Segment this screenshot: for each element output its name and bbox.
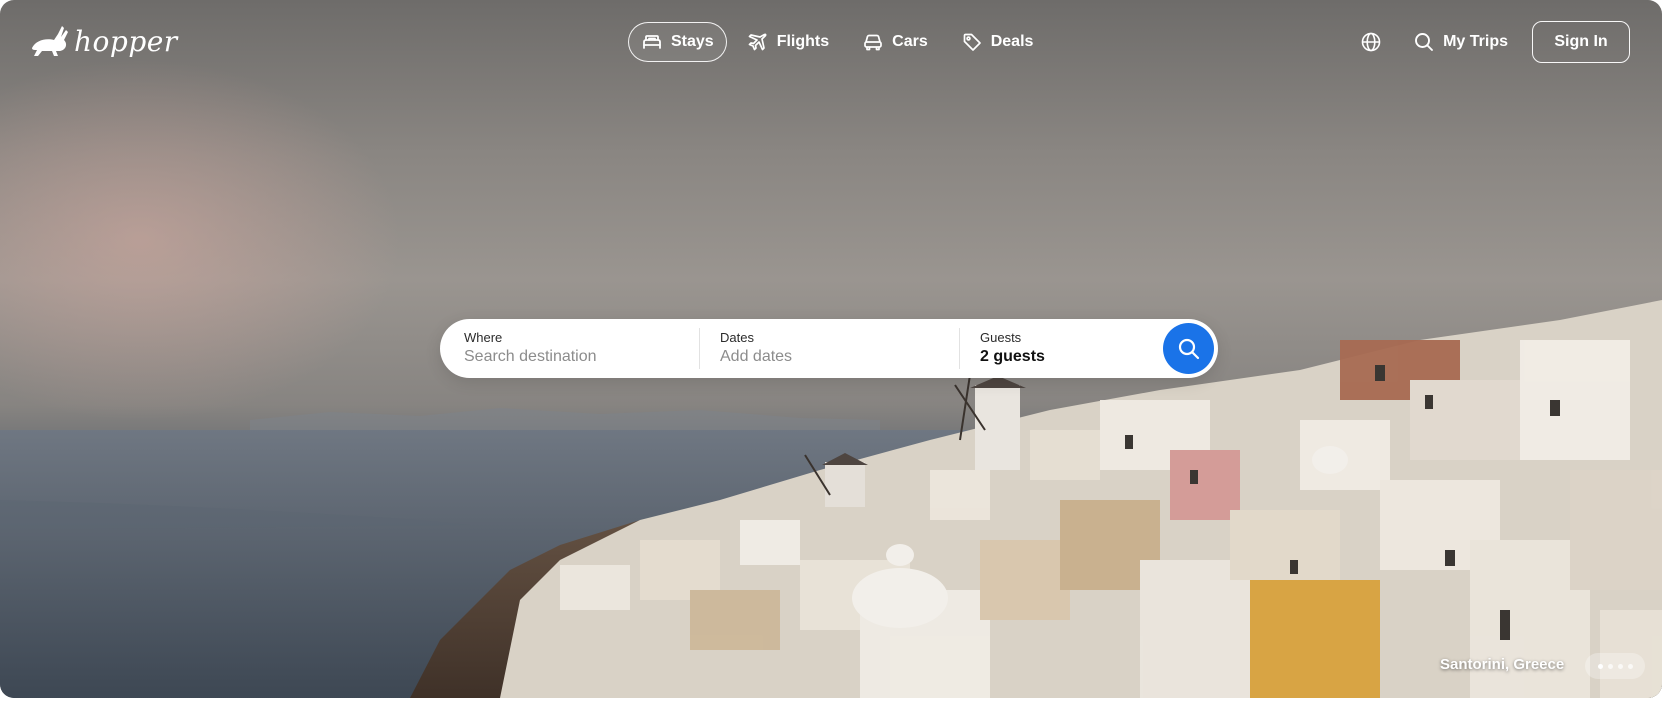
search-bar: Where Search destination Dates Add dates… <box>440 319 1218 378</box>
tab-cars[interactable]: Cars <box>850 22 941 62</box>
search-icon <box>1415 33 1434 51</box>
bed-icon <box>643 35 661 49</box>
destination-input[interactable]: Search destination <box>464 348 597 366</box>
search-button[interactable] <box>1163 323 1214 374</box>
brand-wordmark: hopper <box>74 24 178 58</box>
carousel-pager <box>1585 653 1645 679</box>
field-divider <box>699 328 700 369</box>
top-navigation: hopper Stays Flights Cars Deals My Trips… <box>0 0 1662 84</box>
search-icon <box>1178 338 1199 359</box>
tag-icon <box>963 33 981 51</box>
tab-label: Stays <box>671 33 714 50</box>
car-icon <box>864 34 882 51</box>
dates-input[interactable]: Add dates <box>720 348 792 366</box>
carousel-dot[interactable] <box>1627 663 1633 669</box>
tab-label: Deals <box>990 33 1034 50</box>
my-trips-button[interactable]: My Trips <box>1414 32 1508 52</box>
sign-in-button[interactable]: Sign In <box>1532 21 1630 63</box>
globe-icon <box>1361 32 1381 52</box>
language-button[interactable] <box>1354 25 1388 59</box>
dates-label: Dates <box>720 330 754 345</box>
bunny-icon <box>32 26 68 56</box>
hero-location-caption: Santorini, Greece <box>1440 656 1565 673</box>
guests-value[interactable]: 2 guests <box>980 348 1045 366</box>
my-trips-label: My Trips <box>1443 33 1508 50</box>
plane-icon <box>748 33 767 51</box>
product-tabs: Stays Flights Cars Deals <box>628 21 1046 63</box>
dates-field[interactable]: Dates Add dates <box>720 319 956 378</box>
tab-deals[interactable]: Deals <box>949 22 1047 62</box>
tab-stays[interactable]: Stays <box>628 22 727 62</box>
tab-label: Cars <box>892 33 928 50</box>
carousel-dot[interactable] <box>1607 663 1613 669</box>
where-label: Where <box>464 330 503 345</box>
tab-flights[interactable]: Flights <box>735 22 842 62</box>
hopper-logo[interactable]: hopper <box>28 22 178 60</box>
carousel-dot[interactable] <box>1597 663 1603 669</box>
tab-label: Flights <box>776 33 830 50</box>
account-nav: My Trips Sign In <box>1354 20 1630 64</box>
where-field[interactable]: Where Search destination <box>464 319 696 378</box>
guests-label: Guests <box>980 330 1022 345</box>
carousel-dot[interactable] <box>1617 663 1623 669</box>
guests-field[interactable]: Guests 2 guests <box>980 319 1160 378</box>
field-divider <box>959 328 960 369</box>
